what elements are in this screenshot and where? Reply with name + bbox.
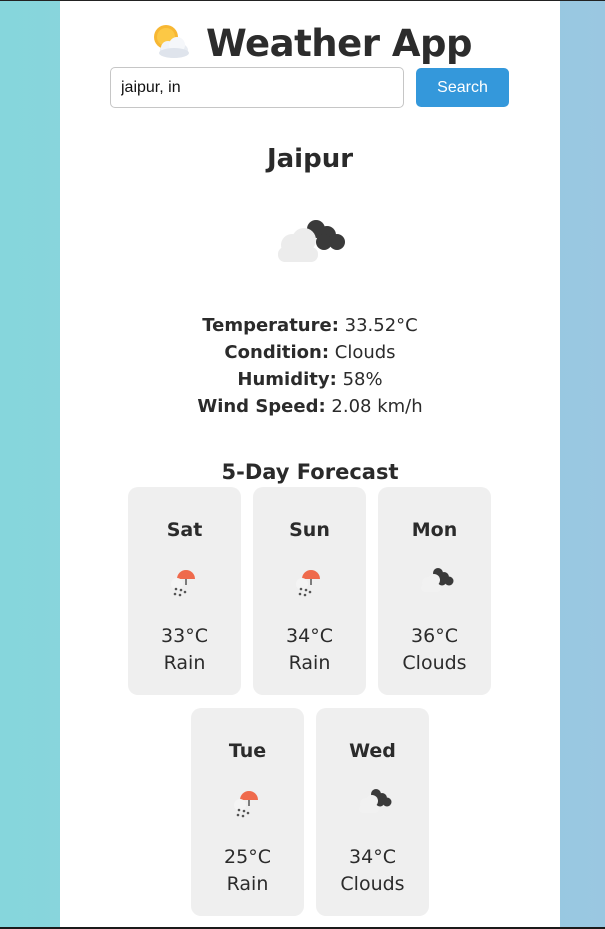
city-name: Jaipur bbox=[266, 144, 354, 174]
forecast-card: Mon 36°C Clouds bbox=[378, 487, 491, 695]
search-button[interactable]: Search bbox=[416, 68, 509, 107]
forecast-temp: 34°C bbox=[349, 846, 396, 868]
forecast-title: 5-Day Forecast bbox=[221, 460, 399, 484]
search-input[interactable] bbox=[110, 67, 404, 108]
sun-behind-cloud-icon bbox=[148, 21, 192, 65]
wind-row: Wind Speed: 2.08 km/h bbox=[60, 393, 560, 420]
temperature-label: Temperature: bbox=[202, 315, 339, 336]
forecast-condition: Clouds bbox=[402, 652, 467, 674]
dark-clouds-icon bbox=[272, 215, 348, 271]
clouds-icon bbox=[356, 786, 392, 820]
rain-icon bbox=[231, 786, 265, 826]
temperature-row: Temperature: 33.52°C bbox=[60, 312, 560, 339]
forecast-condition: Rain bbox=[288, 652, 331, 674]
app-card: Weather App Search Jaipur Temperature: 3… bbox=[60, 1, 560, 927]
condition-row: Condition: Clouds bbox=[60, 339, 560, 366]
temperature-value: 33.52°C bbox=[344, 315, 418, 336]
rain-icon bbox=[168, 565, 202, 605]
wind-value: 2.08 km/h bbox=[331, 396, 423, 417]
forecast-card: Tue 25°C Rain bbox=[191, 708, 304, 916]
current-details: Temperature: 33.52°C Condition: Clouds H… bbox=[60, 312, 560, 420]
forecast-temp: 33°C bbox=[161, 625, 208, 647]
humidity-value: 58% bbox=[342, 369, 383, 390]
forecast-day: Sun bbox=[289, 519, 330, 541]
app-title: Weather App bbox=[206, 21, 472, 65]
clouds-icon bbox=[418, 565, 454, 599]
condition-value: Clouds bbox=[334, 342, 396, 363]
humidity-label: Humidity: bbox=[237, 369, 337, 390]
forecast-temp: 36°C bbox=[411, 625, 458, 647]
forecast-condition: Clouds bbox=[340, 873, 405, 895]
condition-label: Condition: bbox=[224, 342, 330, 363]
forecast-day: Mon bbox=[411, 519, 458, 541]
forecast-temp: 34°C bbox=[286, 625, 333, 647]
forecast-day: Wed bbox=[349, 740, 396, 762]
forecast-condition: Rain bbox=[163, 652, 206, 674]
rain-icon bbox=[293, 565, 327, 605]
forecast-card: Sat 33°C Rain bbox=[128, 487, 241, 695]
app-header: Weather App bbox=[60, 17, 560, 69]
forecast-card: Wed 34°C Clouds bbox=[316, 708, 429, 916]
forecast-day: Tue bbox=[228, 740, 267, 762]
forecast-temp: 25°C bbox=[224, 846, 271, 868]
forecast-condition: Rain bbox=[226, 873, 269, 895]
wind-label: Wind Speed: bbox=[197, 396, 326, 417]
forecast-day: Sat bbox=[166, 519, 203, 541]
forecast-card: Sun 34°C Rain bbox=[253, 487, 366, 695]
humidity-row: Humidity: 58% bbox=[60, 366, 560, 393]
